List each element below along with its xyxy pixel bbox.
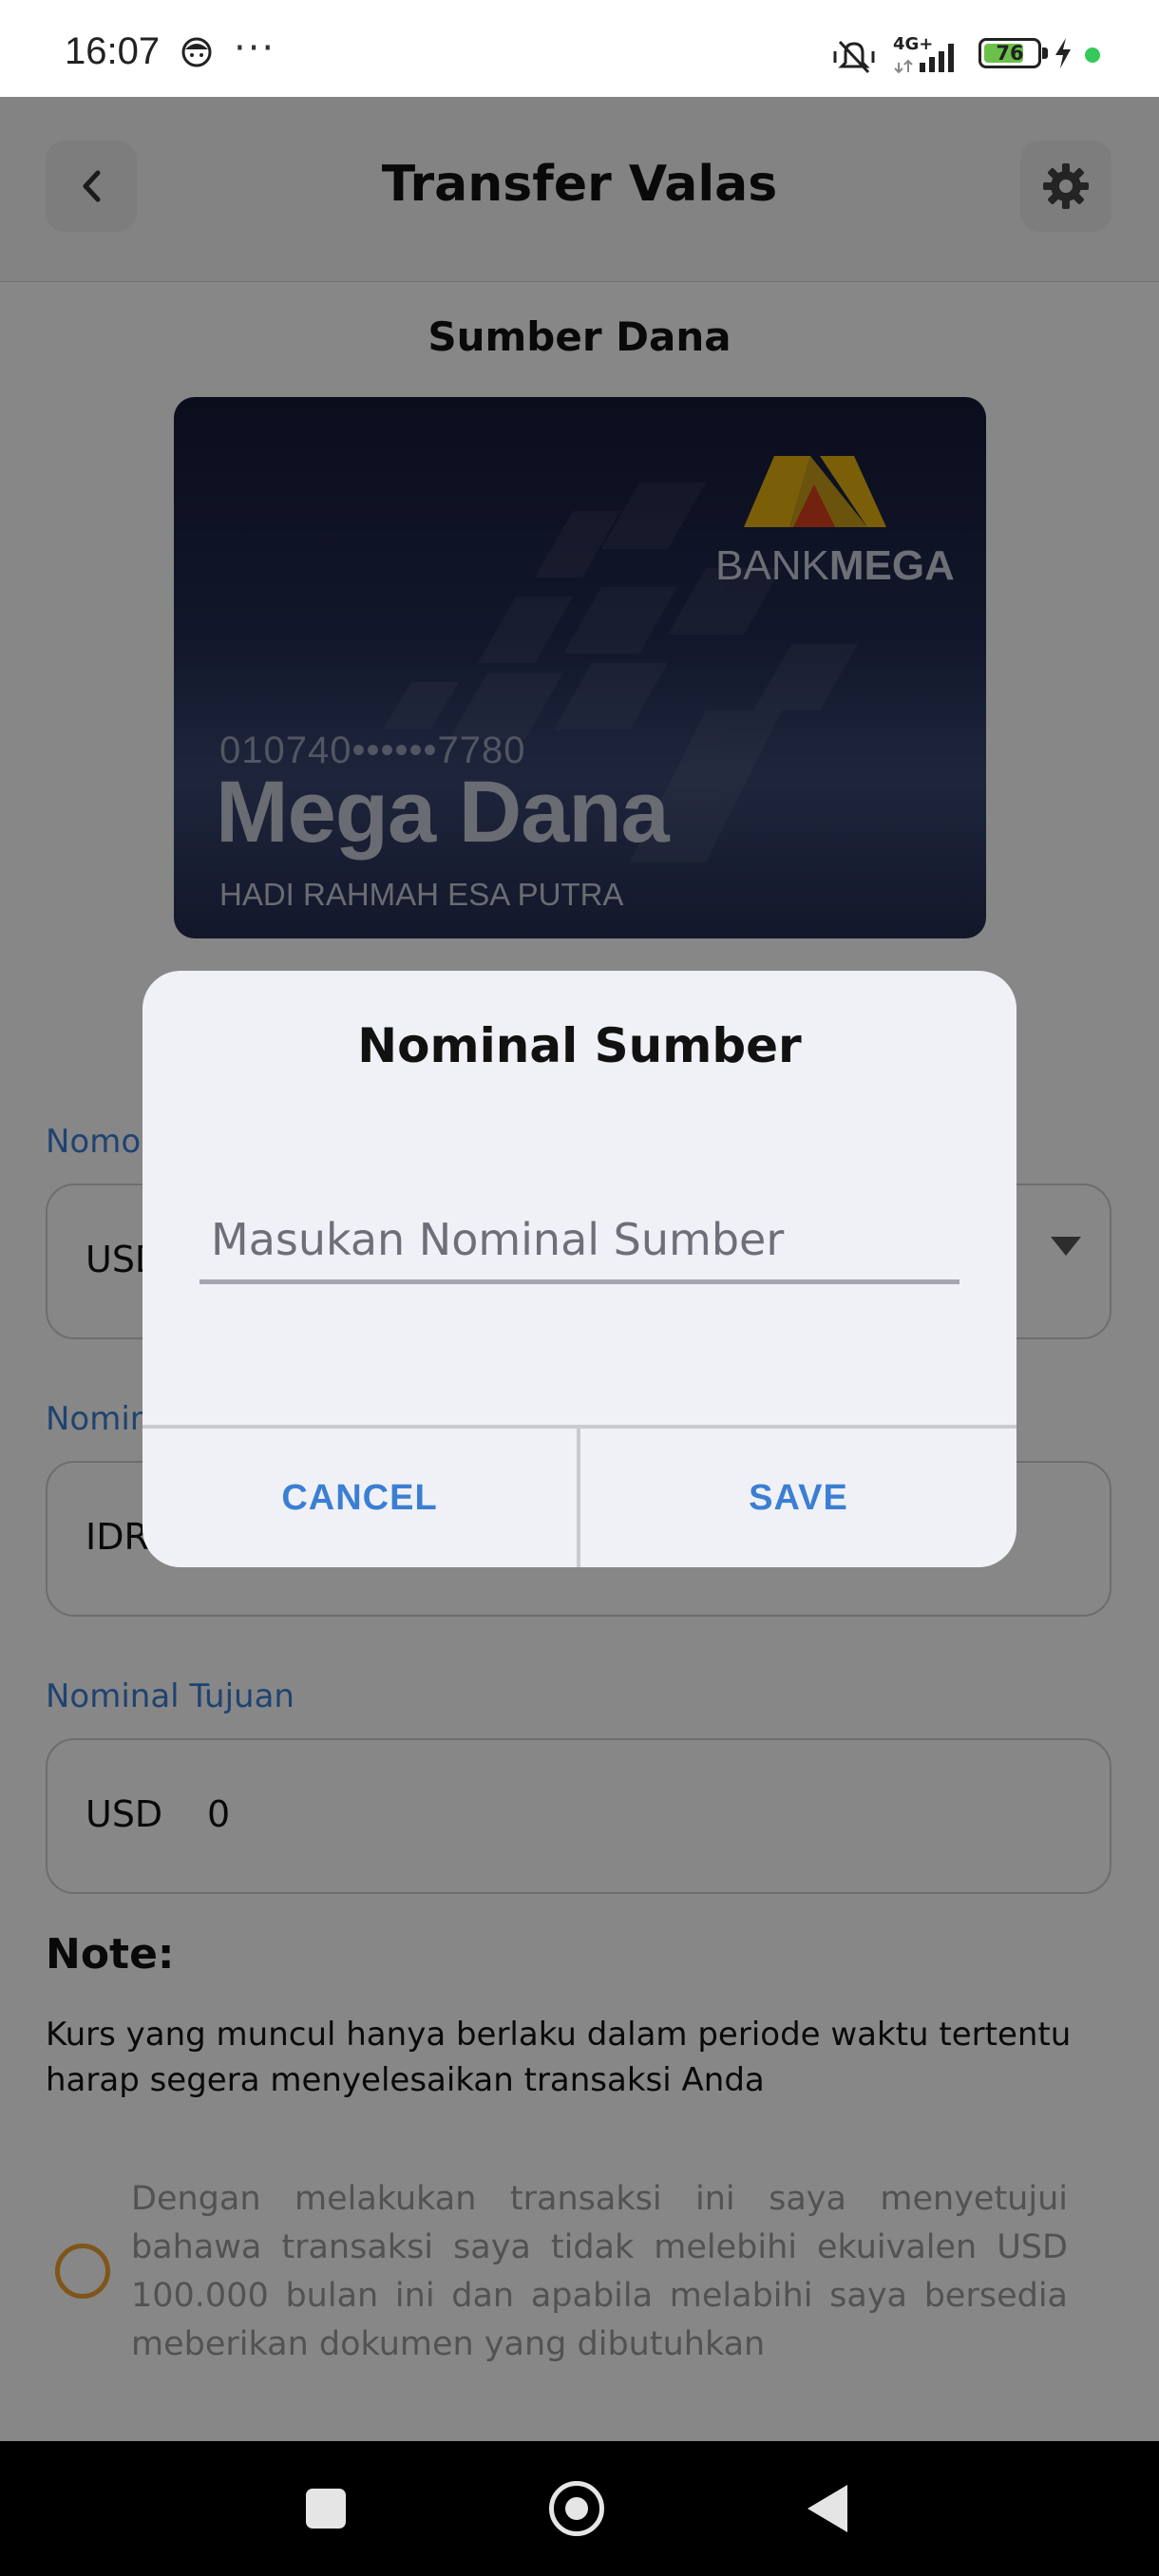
app-face-icon bbox=[181, 37, 212, 67]
cancel-button[interactable]: CANCEL bbox=[142, 1429, 577, 1567]
more-notifications-icon: ··· bbox=[234, 27, 276, 70]
charging-icon bbox=[1055, 38, 1071, 68]
status-bar: 16:07 ··· 4G+ 76 bbox=[0, 0, 1159, 97]
active-dot bbox=[1085, 47, 1100, 63]
back-triangle-icon[interactable] bbox=[808, 2485, 847, 2532]
signal-icon bbox=[894, 44, 954, 74]
recents-square-icon[interactable] bbox=[306, 2489, 346, 2529]
save-button[interactable]: SAVE bbox=[580, 1429, 1016, 1567]
dialog-title: Nominal Sumber bbox=[357, 1018, 802, 1073]
home-circle-icon[interactable] bbox=[549, 2481, 604, 2536]
nominal-dialog: Nominal Sumber CANCEL SAVE bbox=[142, 971, 1016, 1567]
battery-level: 76 bbox=[996, 42, 1024, 65]
battery-icon: 76 bbox=[978, 38, 1041, 68]
battery-tip bbox=[1042, 47, 1048, 59]
home-dot bbox=[565, 2497, 588, 2520]
status-time: 16:07 bbox=[65, 30, 161, 72]
mute-vibrate-icon bbox=[833, 40, 875, 74]
source-amount-input[interactable] bbox=[200, 1199, 960, 1284]
